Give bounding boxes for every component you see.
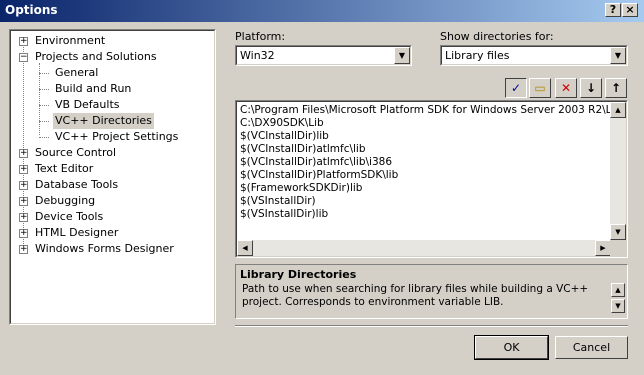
tree-line — [39, 73, 49, 74]
tree-line — [39, 137, 49, 138]
tree-line — [39, 121, 49, 122]
tree-item[interactable]: Database Tools — [33, 177, 120, 193]
directory-row[interactable]: $(VCInstallDir)PlatformSDK\lib — [240, 169, 398, 182]
arrow-down-icon: ↓ — [585, 81, 597, 95]
description-text: Path to use when searching for library f… — [242, 283, 589, 308]
directory-row[interactable]: $(FrameworkSDKDir)lib — [240, 182, 362, 195]
directory-row[interactable]: $(VCInstallDir)atlmfc\lib\i386 — [240, 156, 392, 169]
expand-icon[interactable]: + — [19, 229, 28, 238]
directory-row[interactable]: C:\Program Files\Microsoft Platform SDK … — [240, 104, 621, 117]
window-title: Options — [5, 3, 58, 17]
check-icon: ✓ — [510, 81, 522, 95]
tree-item[interactable]: Source Control — [33, 145, 118, 161]
expand-icon[interactable]: + — [19, 149, 28, 158]
scroll-up-icon[interactable]: ▲ — [610, 102, 626, 118]
expand-icon[interactable]: + — [19, 245, 28, 254]
directory-row[interactable]: $(VCInstallDir)atlmfc\lib — [240, 143, 366, 156]
scroll-up-icon[interactable]: ▲ — [611, 283, 625, 297]
ok-button[interactable]: OK — [474, 335, 549, 360]
scroll-down-icon[interactable]: ▼ — [611, 299, 625, 313]
tree-item[interactable]: Debugging — [33, 193, 97, 209]
collapse-icon[interactable]: − — [19, 53, 28, 62]
tree-item[interactable]: VB Defaults — [53, 97, 122, 113]
delete-icon: ✕ — [560, 81, 572, 95]
vertical-scrollbar[interactable]: ▲ ▼ — [610, 102, 626, 256]
tree-item[interactable]: HTML Designer — [33, 225, 120, 241]
expand-icon[interactable]: + — [19, 181, 28, 190]
check-button[interactable]: ✓ — [505, 78, 527, 98]
options-tree[interactable]: + Environment − Projects and Solutions Gener… — [9, 29, 216, 325]
directory-row[interactable]: $(VSInstallDir) — [240, 195, 316, 208]
directory-row[interactable]: C:\DX90SDK\Lib — [240, 117, 324, 130]
description-panel: Library Directories Path to use when sea… — [235, 264, 628, 319]
title-bar[interactable]: Options ? × — [0, 0, 644, 22]
chevron-down-icon[interactable]: ▼ — [394, 47, 410, 64]
scroll-right-icon[interactable]: ▶ — [595, 240, 611, 256]
scroll-corner — [610, 240, 626, 256]
expand-icon[interactable]: + — [19, 213, 28, 222]
tree-item[interactable]: Build and Run — [53, 81, 133, 97]
platform-label: Platform: — [235, 30, 286, 43]
tree-item[interactable]: VC++ Project Settings — [53, 129, 180, 145]
show-directories-select[interactable]: Library files ▼ — [440, 45, 628, 66]
show-directories-value: Library files — [445, 49, 510, 62]
tree-item[interactable]: Windows Forms Designer — [33, 241, 176, 257]
directory-list[interactable]: $(VSInstallDir)lib $(VSInstallDir) $(Frame… — [235, 100, 628, 258]
tree-item[interactable]: Device Tools — [33, 209, 105, 225]
platform-select[interactable]: Win32 ▼ — [235, 45, 412, 66]
new-folder-icon: ▭ — [534, 81, 546, 95]
tree-item[interactable]: VC++ Directories — [53, 113, 154, 129]
tree-line — [39, 89, 49, 90]
move-down-button[interactable]: ↓ — [580, 78, 602, 98]
platform-value: Win32 — [240, 49, 275, 62]
close-button[interactable]: × — [622, 3, 638, 17]
arrow-up-icon: ↑ — [610, 81, 622, 95]
directory-row[interactable]: $(VCInstallDir)lib — [240, 130, 329, 143]
help-button[interactable]: ? — [605, 3, 621, 17]
description-title: Library Directories — [240, 268, 357, 281]
chevron-down-icon[interactable]: ▼ — [610, 47, 626, 64]
directory-row[interactable]: $(VSInstallDir)lib — [240, 208, 328, 221]
separator — [235, 325, 628, 327]
tree-item[interactable]: General — [53, 65, 100, 81]
expand-icon[interactable]: + — [19, 165, 28, 174]
expand-icon[interactable]: + — [19, 37, 28, 46]
new-folder-button[interactable]: ▭ — [529, 78, 551, 98]
tree-line — [39, 105, 49, 106]
show-directories-label: Show directories for: — [440, 30, 554, 43]
scroll-left-icon[interactable]: ◀ — [237, 240, 253, 256]
tree-item[interactable]: Environment — [33, 33, 107, 49]
cancel-button[interactable]: Cancel — [555, 336, 628, 359]
delete-button[interactable]: ✕ — [555, 78, 577, 98]
scroll-down-icon[interactable]: ▼ — [610, 224, 626, 240]
tree-item[interactable]: Text Editor — [33, 161, 95, 177]
horizontal-scrollbar[interactable]: ◀ ▶ — [237, 240, 611, 256]
expand-icon[interactable]: + — [19, 197, 28, 206]
move-up-button[interactable]: ↑ — [605, 78, 627, 98]
tree-item[interactable]: Projects and Solutions — [33, 49, 159, 65]
